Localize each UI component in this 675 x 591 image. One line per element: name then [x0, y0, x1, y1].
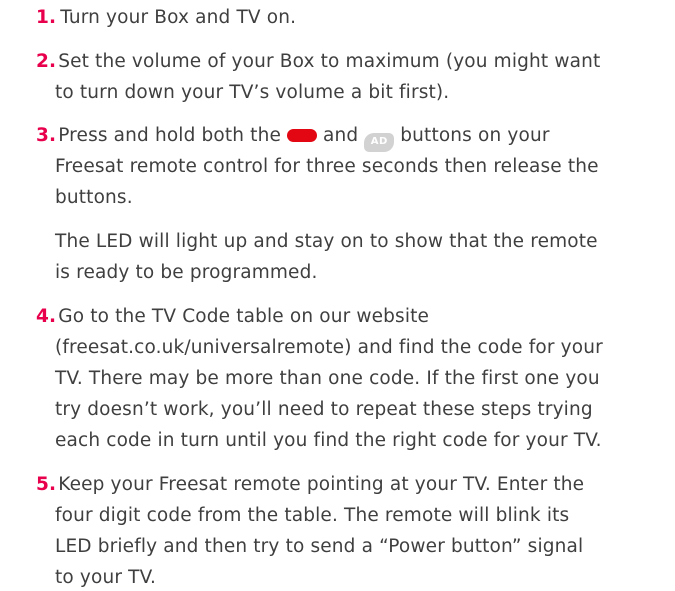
step-text: and [323, 125, 359, 146]
step-text: each code in turn until you find the rig… [55, 430, 602, 451]
step-note: The LED will light up and stay on to sho… [55, 231, 598, 252]
red-button-icon [287, 129, 317, 142]
step-text: to your TV. [55, 567, 157, 588]
step-text: to turn down your TV’s volume a bit firs… [55, 82, 450, 103]
step-text: Go to the TV Code table on our website [58, 306, 430, 327]
step-text: Set the volume of your Box to maximum (y… [58, 51, 601, 72]
step-text: Turn your Box and TV on. [60, 7, 297, 28]
step-text: four digit code from the table. The remo… [55, 505, 570, 526]
step-number: 3. [36, 125, 57, 146]
step-text: (freesat.co.uk/universalremote) and find… [55, 337, 603, 358]
step-number: 1. [36, 7, 57, 28]
step-text: Freesat remote control for three seconds… [55, 156, 599, 177]
step-number: 2. [36, 51, 57, 72]
step-text: TV. There may be more than one code. If … [55, 368, 600, 389]
step-number: 5. [36, 474, 57, 495]
ad-button-icon: AD [364, 132, 395, 152]
ad-button-label: AD [370, 136, 388, 147]
step-text: buttons on your [400, 125, 550, 146]
instruction-steps: 1. Turn your Box and TV on. 2. Set the vol… [0, 0, 675, 588]
step-text: try doesn’t work, you’ll need to repeat … [55, 399, 593, 420]
step-text: Press and hold both the [58, 125, 281, 146]
step-text: buttons. [55, 187, 133, 208]
step-note: is ready to be programmed. [55, 262, 318, 283]
step-text: Keep your Freesat remote pointing at you… [58, 474, 585, 495]
step-text: LED briefly and then try to send a “Powe… [55, 536, 584, 557]
step-number: 4. [36, 306, 57, 327]
